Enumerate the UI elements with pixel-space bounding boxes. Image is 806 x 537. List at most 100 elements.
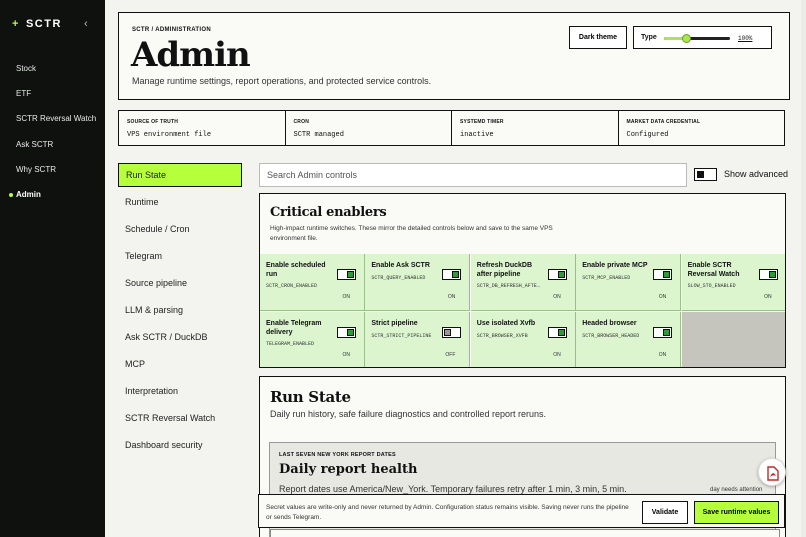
toggle-grid: Enable scheduled run SCTR_CRON_ENABLED ON E… xyxy=(260,254,785,367)
toggle-state: ON xyxy=(342,351,351,358)
health-kicker: LAST SEVEN NEW YORK REPORT DATES xyxy=(279,452,396,458)
toggle-state: ON xyxy=(553,351,561,358)
save-runtime-values-button[interactable]: Save runtime values xyxy=(694,501,779,524)
active-indicator-dot xyxy=(9,193,13,197)
footer-note: Secret values are write-only and never r… xyxy=(266,504,629,521)
toggle-card: Use isolated Xvfb SCTR_BROWSER_XVFB ON xyxy=(470,311,576,367)
toggle-config-key: SCTR_QUERY_ENABLED xyxy=(371,275,426,281)
toggle-knob xyxy=(663,328,671,336)
toggle-switch[interactable] xyxy=(653,269,673,280)
toggle-state: ON xyxy=(447,294,456,300)
empty-toggle-cell xyxy=(681,311,785,367)
toggle-label: Strict pipeline xyxy=(371,319,418,327)
toggle-switch[interactable] xyxy=(758,269,778,280)
toggle-switch[interactable] xyxy=(442,326,462,338)
stat-key: CRON xyxy=(293,119,310,125)
section-description: High-impact runtime switches. These mirr… xyxy=(270,225,553,242)
toggle-switch[interactable] xyxy=(653,326,673,338)
page-scrollbar[interactable] xyxy=(801,0,806,537)
collapse-sidebar-icon[interactable]: ‹ xyxy=(84,18,88,30)
tab-interpretation[interactable]: Interpretation xyxy=(118,379,242,403)
stat-value: Configured xyxy=(626,131,669,139)
type-slider-handle[interactable] xyxy=(682,34,692,43)
validate-button[interactable]: Validate xyxy=(642,501,688,524)
critical-enablers-panel: Critical enablers High-impact runtime sw… xyxy=(259,193,786,368)
toggle-state: ON xyxy=(658,294,667,300)
toggle-switch[interactable] xyxy=(547,269,567,280)
tab-runtime[interactable]: Runtime xyxy=(118,190,242,214)
type-label: Type xyxy=(641,34,657,41)
tab-run-state[interactable]: Run State xyxy=(118,163,242,187)
status-strip: SOURCE OF TRUTH VPS environment file CRON… xyxy=(118,110,785,146)
dark-theme-button[interactable]: Dark theme xyxy=(569,26,627,49)
toggle-label: Headed browser xyxy=(582,319,637,327)
main-content: SCTR / ADMINISTRATION Admin Manage runti… xyxy=(105,0,806,537)
search-input[interactable] xyxy=(259,163,687,187)
section-title: Run State xyxy=(270,388,351,406)
tab-schedule-cron[interactable]: Schedule / Cron xyxy=(118,217,242,241)
toggle-knob xyxy=(557,271,565,278)
page-subtitle: Manage runtime settings, report operatio… xyxy=(132,76,432,86)
breadcrumb: SCTR / ADMINISTRATION xyxy=(132,27,211,33)
plus-icon: + xyxy=(12,18,20,30)
sidebar-item-ask-sctr[interactable]: Ask SCTR xyxy=(16,140,53,149)
section-description: Daily run history, safe failure diagnost… xyxy=(270,409,546,419)
tab-ask-sctr-duckdb[interactable]: Ask SCTR / DuckDB xyxy=(118,325,242,349)
toggle-config-key: SLOW_STO_ENABLED xyxy=(687,283,736,289)
health-title: Daily report health xyxy=(279,462,418,477)
sidebar: + SCTR ‹ Stock ETF SCTR Reversal Watch As… xyxy=(0,0,105,537)
toggle-label: Enable private MCP xyxy=(582,262,648,269)
tab-telegram[interactable]: Telegram xyxy=(118,244,242,268)
pdf-icon[interactable] xyxy=(758,458,786,486)
pdf-icon-glyph xyxy=(767,466,779,481)
stat-cron: CRON SCTR managed xyxy=(286,111,452,145)
sidebar-item-why-sctr[interactable]: Why SCTR xyxy=(16,165,56,174)
toggle-card: Strict pipeline SCTR_STRICT_PIPELINE OFF xyxy=(365,311,471,367)
toggle-config-key: SCTR_STRICT_PIPELINE xyxy=(371,332,432,339)
toggle-state: ON xyxy=(764,294,772,300)
toggle-label: Enable Ask SCTR xyxy=(371,262,430,269)
toggle-switch[interactable] xyxy=(337,326,356,338)
type-size-control: Type 100% xyxy=(633,26,772,49)
type-size-slider[interactable] xyxy=(664,34,730,43)
toggle-config-key: SCTR_BROWSER_HEADED xyxy=(582,332,640,339)
toggle-knob xyxy=(347,328,354,336)
toggle-knob xyxy=(768,271,776,278)
stat-value: SCTR managed xyxy=(293,131,344,139)
save-footer: Secret values are write-only and never r… xyxy=(258,494,785,528)
toggle-card: Headed browser SCTR_BROWSER_HEADED ON xyxy=(576,311,682,367)
stat-market-data-credential: MARKET DATA CREDENTIAL Configured xyxy=(619,111,785,145)
toggle-switch[interactable] xyxy=(547,326,567,338)
tab-source-pipeline[interactable]: Source pipeline xyxy=(118,271,242,295)
tab-mcp[interactable]: MCP xyxy=(118,352,242,376)
tab-reversal-watch[interactable]: SCTR Reversal Watch xyxy=(118,406,242,430)
toggle-knob xyxy=(347,271,354,278)
toggle-card: Enable SCTR Reversal Watch SLOW_STO_ENABL… xyxy=(681,254,785,311)
sidebar-item-stock[interactable]: Stock xyxy=(16,64,36,73)
stat-systemd-timer: SYSTEMD TIMER inactive xyxy=(452,111,619,145)
toggle-config-key: SCTR_CRON_ENABLED xyxy=(266,283,318,289)
toggle-state: OFF xyxy=(445,351,456,358)
sidebar-item-admin[interactable]: Admin xyxy=(16,190,41,199)
health-description: Report dates use America/New_York. Tempo… xyxy=(279,484,627,494)
toggle-switch[interactable] xyxy=(442,269,462,280)
toggle-knob xyxy=(452,271,460,278)
page-header: SCTR / ADMINISTRATION Admin Manage runti… xyxy=(118,12,790,100)
brand-logo[interactable]: + SCTR xyxy=(12,18,62,30)
sidebar-item-etf[interactable]: ETF xyxy=(16,89,31,98)
tab-llm-parsing[interactable]: LLM & parsing xyxy=(118,298,242,322)
type-size-value[interactable]: 100% xyxy=(738,35,752,42)
toggle-switch[interactable] xyxy=(337,269,356,280)
toggle-knob xyxy=(557,328,565,336)
section-title: Critical enablers xyxy=(270,205,387,220)
page-title: Admin xyxy=(131,35,251,75)
tab-dashboard-security[interactable]: Dashboard security xyxy=(118,433,242,457)
stat-key: SOURCE OF TRUTH xyxy=(127,119,179,125)
stat-value: VPS environment file xyxy=(127,131,212,139)
toggle-config-key: SCTR_BROWSER_XVFB xyxy=(476,332,528,339)
brand-name: SCTR xyxy=(25,18,62,30)
toggle-state: ON xyxy=(553,294,561,300)
show-advanced-toggle[interactable] xyxy=(694,168,717,181)
sidebar-item-reversal-watch[interactable]: SCTR Reversal Watch xyxy=(16,114,96,123)
toggle-state: ON xyxy=(658,351,667,358)
